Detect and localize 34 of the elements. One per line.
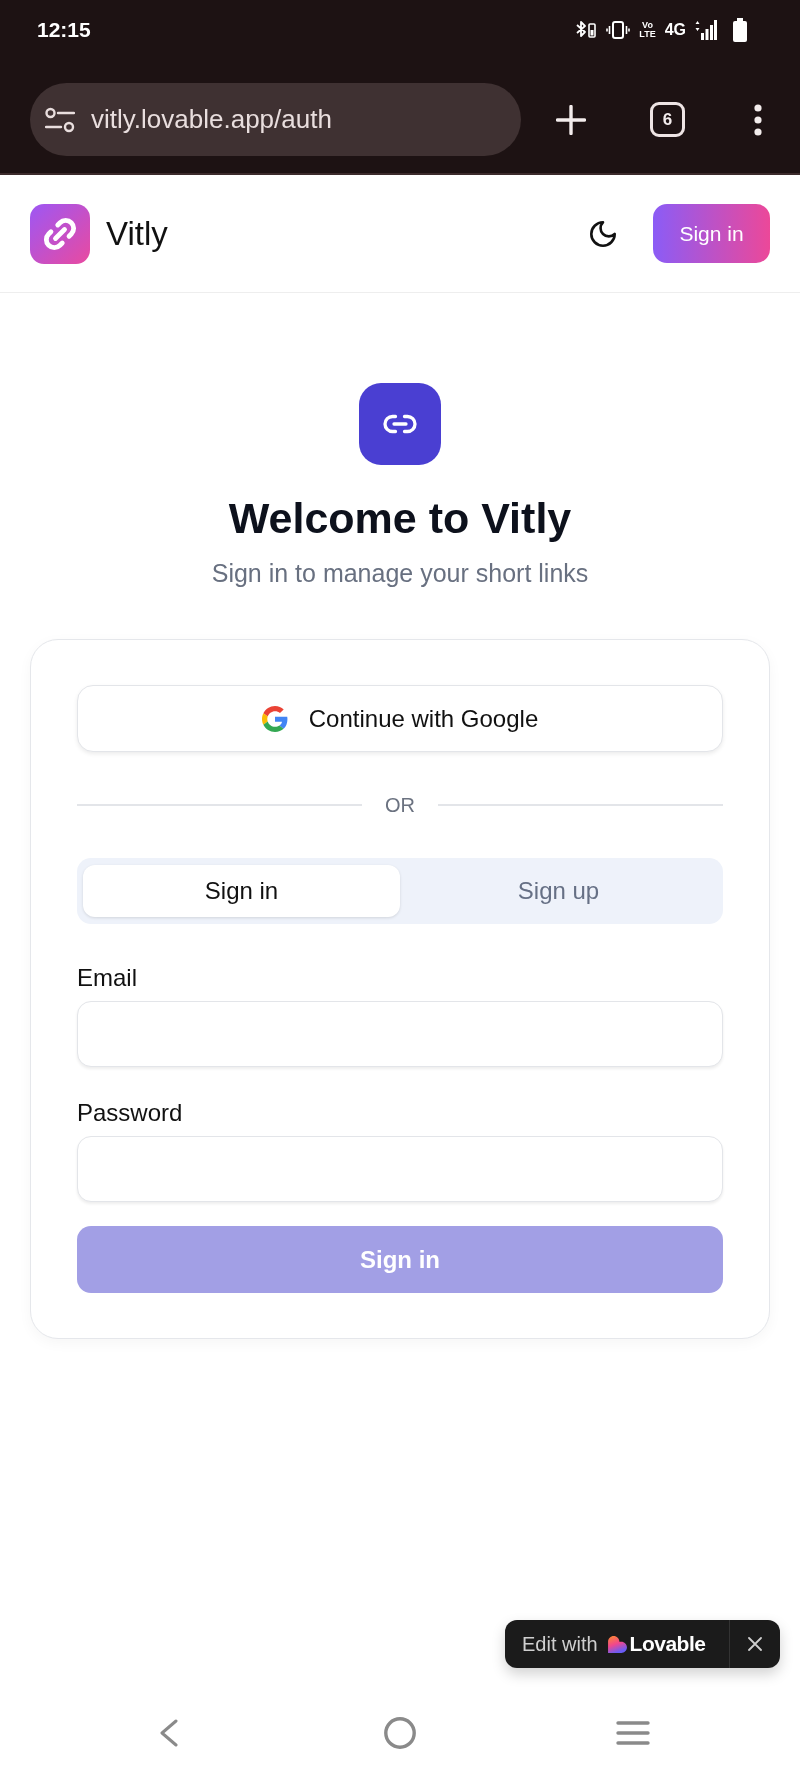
moon-icon[interactable] (590, 220, 616, 247)
plus-icon[interactable] (556, 104, 586, 135)
logo-icon[interactable] (30, 203, 90, 264)
tab[interactable]: Sign in (83, 865, 400, 917)
close-icon[interactable] (748, 1637, 762, 1651)
tune-icon[interactable] (45, 106, 75, 133)
network-type-label: 4G (664, 21, 686, 39)
home-icon[interactable] (384, 1717, 416, 1749)
field-label: Email (77, 964, 137, 992)
divider-label: OR (384, 793, 416, 817)
menu-icon[interactable] (616, 1721, 650, 1745)
tab[interactable]: Sign up (400, 865, 717, 917)
status-time: 12:15 (37, 18, 91, 42)
edit-link[interactable]: Edit with Lovable (522, 1632, 706, 1656)
google-icon (261, 705, 288, 732)
vibrate-icon (606, 20, 631, 40)
google-sign-in-button[interactable]: Continue with Google (77, 685, 723, 752)
address-bar[interactable]: vitly.lovable.app/auth (30, 83, 521, 156)
page-subtitle: Sign in to manage your short links (211, 558, 589, 588)
heart-icon (607, 1635, 627, 1653)
bluetooth-icon (575, 20, 598, 40)
signal-icon (695, 20, 717, 40)
page-title: Welcome to Vitly (228, 493, 572, 544)
volte-label: Vo LTE (639, 21, 656, 39)
field-label: Password (77, 1099, 183, 1127)
brand-name: Vitly (106, 214, 168, 253)
battery-icon (732, 18, 748, 42)
input-field[interactable] (77, 1001, 723, 1067)
link-icon (359, 383, 441, 465)
more-options-icon[interactable] (754, 103, 762, 136)
sign-in-button[interactable]: Sign in (653, 204, 770, 263)
back-icon[interactable] (159, 1719, 179, 1747)
tab-switcher-button[interactable]: 6 (650, 102, 685, 137)
input-field[interactable] (77, 1136, 723, 1202)
